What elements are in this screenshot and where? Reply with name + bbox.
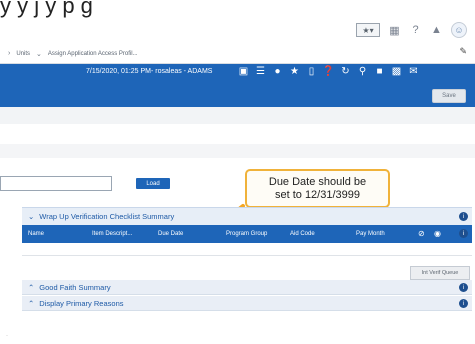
callout-line-2: set to 12/31/3999 <box>274 189 360 201</box>
top-utility-icons: ★▾ ▦ ? ▲ ☺ <box>356 22 467 38</box>
dollar-icon[interactable]: ● <box>272 66 283 77</box>
print-icon[interactable]: ▩ <box>391 66 402 77</box>
briefcase-icon[interactable]: ▣ <box>238 66 249 77</box>
nav-item-units[interactable]: Units <box>16 51 30 57</box>
display-primary-section-header[interactable]: ⌃ Display Primary Reasons i <box>22 296 472 311</box>
chevron-down-icon[interactable]: ⌄ <box>36 50 42 58</box>
info-icon[interactable]: i <box>459 212 468 221</box>
chevron-down-icon: ⌄ <box>28 212 35 221</box>
load-button[interactable]: Load <box>136 178 170 189</box>
top-utility-bar: ★▾ ▦ ? ▲ ☺ <box>0 22 475 42</box>
callout-line-1: Due Date should be <box>268 176 367 188</box>
content-band-lower <box>0 144 475 158</box>
question-icon[interactable]: ❓ <box>322 66 334 77</box>
chevron-up-icon: ⌃ <box>28 282 35 292</box>
good-faith-section-header[interactable]: ⌃ Good Faith Summary i <box>22 280 472 295</box>
caption-text: y y j y p g <box>0 0 93 18</box>
edit-icon[interactable]: ✎ <box>459 46 467 57</box>
col-program-group[interactable]: Program Group <box>226 231 267 237</box>
sub-header-band <box>0 107 475 125</box>
search-input[interactable] <box>0 176 112 191</box>
table-body <box>22 243 472 256</box>
star-icon[interactable]: ★ <box>289 66 300 77</box>
table-header: Name Item Descript... Due Date Program G… <box>22 225 472 243</box>
bell-icon[interactable]: ▲ <box>430 24 443 36</box>
wrap-up-section-title: Wrap Up Verification Checklist Summary <box>39 212 175 221</box>
col-name[interactable]: Name <box>28 231 44 237</box>
user-icon[interactable]: ■ <box>374 66 385 77</box>
avatar-icon[interactable]: ☺ <box>451 22 467 38</box>
display-primary-section-title: Display Primary Reasons <box>39 298 124 308</box>
help-icon[interactable]: ? <box>409 24 422 36</box>
good-faith-section-title: Good Faith Summary <box>39 282 111 292</box>
nav-item-assign-access[interactable]: Assign Application Access Profil... <box>48 51 138 57</box>
chevron-up-icon: ⌃ <box>28 298 35 308</box>
eye-icon[interactable]: ◉ <box>434 229 441 238</box>
settings-icon[interactable]: ⊘ <box>418 229 425 238</box>
table-info-icon[interactable]: i <box>459 229 468 238</box>
refresh-icon[interactable]: ↻ <box>340 66 351 77</box>
search-icon[interactable]: ⚲ <box>357 66 368 77</box>
col-pay-month[interactable]: Pay Month <box>356 231 385 237</box>
session-status: 7/15/2020, 01:25 PM- rosaleas - ADAMS <box>86 68 213 75</box>
nav-tabs: › Units ⌄ Assign Application Access Prof… <box>0 44 475 64</box>
toolbar-icons: ▣ ☰ ● ★ ▯ ❓ ↻ ⚲ ■ ▩ ✉ <box>238 66 419 77</box>
page-marker: · <box>6 333 8 339</box>
int-verif-queue-button[interactable]: Int Verif Queue <box>410 266 470 280</box>
col-due-date[interactable]: Due Date <box>158 231 183 237</box>
info-icon[interactable]: i <box>459 299 468 308</box>
favorites-dropdown[interactable]: ★▾ <box>356 23 380 37</box>
mail-icon[interactable]: ✉ <box>408 66 419 77</box>
grid-icon[interactable]: ▦ <box>388 24 401 37</box>
nav-overflow-chevron[interactable]: › <box>8 50 10 57</box>
info-icon[interactable]: i <box>459 283 468 292</box>
wrap-up-section-header[interactable]: ⌄ Wrap Up Verification Checklist Summary… <box>22 207 472 225</box>
save-button[interactable]: Save <box>432 89 466 103</box>
col-aid-code[interactable]: Aid Code <box>290 231 315 237</box>
content-band <box>0 124 475 145</box>
annotation-callout: Due Date should be set to 12/31/3999 <box>245 169 390 208</box>
book-icon[interactable]: ▯ <box>306 66 317 77</box>
list-icon[interactable]: ☰ <box>255 66 266 77</box>
col-item-description[interactable]: Item Descript... <box>92 231 132 237</box>
